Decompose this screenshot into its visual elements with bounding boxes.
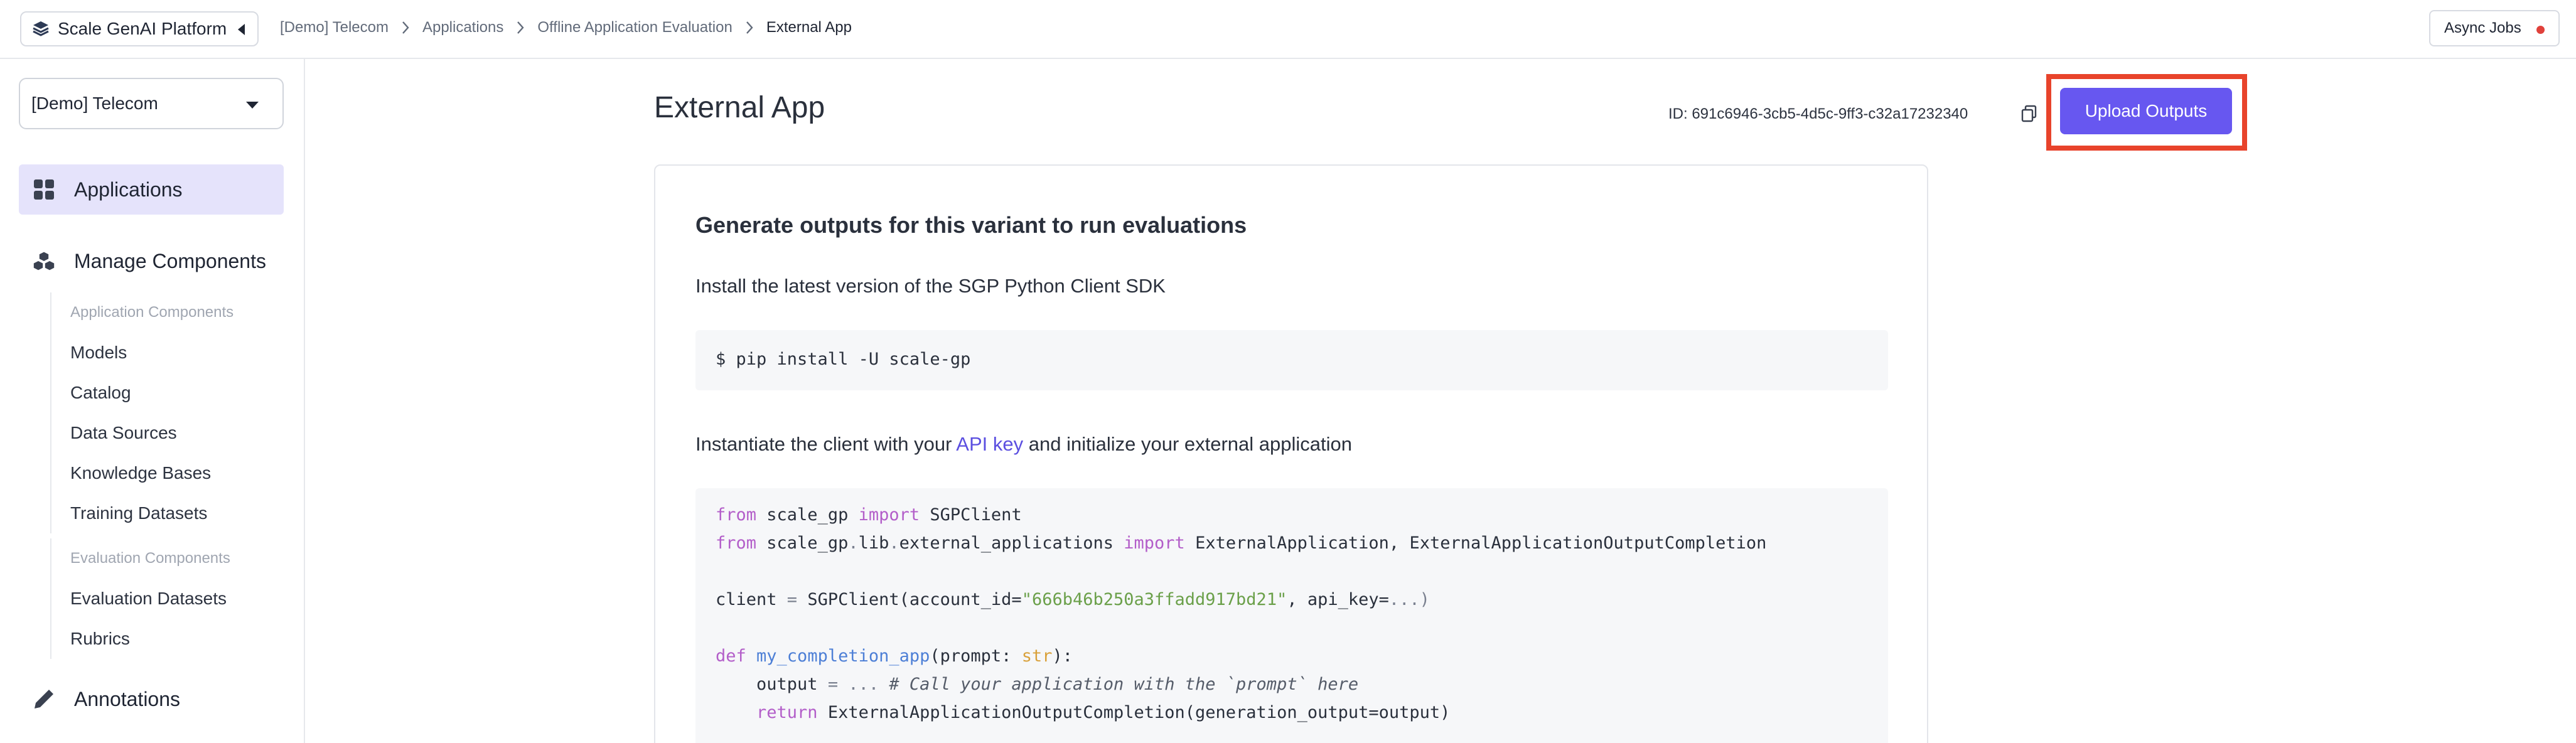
sidebar-item-training-datasets[interactable]: Training Datasets: [51, 493, 233, 533]
status-dot-icon: [2536, 26, 2545, 34]
sidebar-item-catalog[interactable]: Catalog: [51, 373, 233, 413]
sidebar-item-data-sources[interactable]: Data Sources: [51, 413, 233, 453]
code-token: ExternalApplicationOutputCompletion(gene…: [817, 703, 1451, 722]
code-token: def: [716, 646, 746, 666]
code-token: scale_gp: [756, 505, 859, 525]
code-token: output: [716, 675, 828, 694]
code-token: lib: [858, 533, 889, 553]
instructions-card: Generate outputs for this variant to run…: [654, 164, 1928, 743]
upload-outputs-button[interactable]: Upload Outputs: [2060, 88, 2232, 134]
code-token: SGPClient(account_id=: [797, 590, 1022, 609]
code-token: "666b46b250a3ffadd917bd21": [1021, 590, 1287, 609]
sidebar-item-label: Applications: [74, 178, 183, 201]
sidebar-item-rubrics[interactable]: Rubrics: [51, 619, 230, 659]
sidebar: [Demo] Telecom Applications Manage Compo…: [0, 59, 305, 743]
collapse-sidebar-icon[interactable]: [238, 24, 245, 35]
breadcrumb-org[interactable]: [Demo] Telecom: [280, 19, 389, 36]
instantiate-text: Instantiate the client with your API key…: [695, 433, 1352, 456]
instantiate-suffix: and initialize your external application: [1028, 433, 1353, 455]
grid-icon: [33, 178, 55, 201]
code-token: str: [1021, 646, 1053, 666]
breadcrumb-application[interactable]: Offline Application Evaluation: [537, 19, 732, 36]
sidebar-item-label: Annotations: [74, 687, 181, 710]
evaluation-components-list: Evaluation Components Evaluation Dataset…: [50, 538, 230, 659]
code-token: external_applications: [899, 533, 1124, 553]
caret-down-icon: [246, 102, 259, 109]
sidebar-item-models[interactable]: Models: [51, 333, 233, 373]
code-line: $ pip install -U scale-gp: [716, 350, 971, 369]
platform-name: Scale GenAI Platform: [58, 19, 227, 38]
cubes-icon: [33, 250, 55, 272]
org-select[interactable]: [Demo] Telecom: [19, 78, 284, 129]
application-components-list: Application Components Models Catalog Da…: [50, 292, 233, 533]
code-token: =: [786, 590, 798, 609]
code-token: ...: [838, 675, 889, 694]
top-bar: Scale GenAI Platform [Demo] Telecom Appl…: [0, 0, 2576, 59]
chevron-right-icon: [511, 20, 530, 35]
code-token: ...): [1388, 590, 1430, 609]
code-line: client = SGPClient(account_id="666b46b25…: [716, 585, 1868, 614]
code-token: ):: [1052, 646, 1073, 666]
code-token: scale_gp: [756, 533, 849, 553]
chevron-right-icon: [396, 20, 415, 35]
async-jobs-button[interactable]: Async Jobs: [2429, 10, 2560, 46]
sidebar-item-knowledge-bases[interactable]: Knowledge Bases: [51, 453, 233, 493]
layers-logo-icon: [33, 21, 49, 36]
instantiate-prefix: Instantiate the client with your: [695, 433, 952, 455]
copy-icon[interactable]: [2020, 104, 2039, 123]
code-token: # Call your application with the `prompt…: [889, 675, 1359, 694]
code-token: ExternalApplication, ExternalApplication…: [1184, 533, 1767, 553]
code-token: SGPClient: [920, 505, 1022, 525]
code-line: from scale_gp import SGPClient: [716, 501, 1868, 529]
install-code-block: $ pip install -U scale-gp: [695, 330, 1888, 390]
chevron-right-icon: [740, 20, 759, 35]
section-header: Application Components: [70, 304, 234, 321]
code-token: from: [716, 533, 757, 553]
section-header: Evaluation Components: [70, 550, 230, 567]
code-line: output = ... # Call your application wit…: [716, 670, 1868, 698]
code-token: client: [716, 590, 787, 609]
page-title: External App: [654, 91, 825, 124]
code-line: return ExternalApplicationOutputCompleti…: [716, 698, 1868, 727]
breadcrumb-current: External App: [766, 19, 852, 36]
sidebar-item-applications[interactable]: Applications: [19, 164, 284, 215]
code-token: return: [756, 703, 818, 722]
code-token: import: [1124, 533, 1185, 553]
code-token: my_completion_app: [746, 646, 930, 666]
card-title: Generate outputs for this variant to run…: [695, 212, 1247, 238]
breadcrumb-applications[interactable]: Applications: [422, 19, 503, 36]
code-token: .: [848, 533, 859, 553]
install-text: Install the latest version of the SGP Py…: [695, 275, 1166, 297]
sidebar-item-label: Manage Components: [74, 249, 266, 272]
platform-switcher-button[interactable]: Scale GenAI Platform: [20, 11, 259, 46]
code-line: from scale_gp.lib.external_applications …: [716, 529, 1868, 557]
async-jobs-label: Async Jobs: [2444, 19, 2521, 36]
sidebar-item-manage-components[interactable]: Manage Components: [19, 236, 284, 286]
code-token: import: [858, 505, 920, 525]
code-token: from: [716, 505, 757, 525]
pencil-icon: [33, 688, 55, 710]
sidebar-item-annotations[interactable]: Annotations: [19, 674, 284, 724]
code-line: def my_completion_app(prompt: str):: [716, 642, 1868, 670]
client-code-block: from scale_gp import SGPClient from scal…: [695, 488, 1888, 743]
code-token: , api_key=: [1287, 590, 1389, 609]
code-token: (prompt:: [930, 646, 1022, 666]
code-token: =: [827, 675, 839, 694]
api-key-link[interactable]: API key: [956, 433, 1023, 455]
app-id: ID: 691c6946-3cb5-4d5c-9ff3-c32a17232340: [1668, 105, 1968, 122]
sidebar-item-evaluation-datasets[interactable]: Evaluation Datasets: [51, 579, 230, 619]
org-select-value: [Demo] Telecom: [31, 94, 158, 113]
breadcrumb: [Demo] Telecom Applications Offline Appl…: [280, 19, 852, 36]
code-token: .: [889, 533, 899, 553]
